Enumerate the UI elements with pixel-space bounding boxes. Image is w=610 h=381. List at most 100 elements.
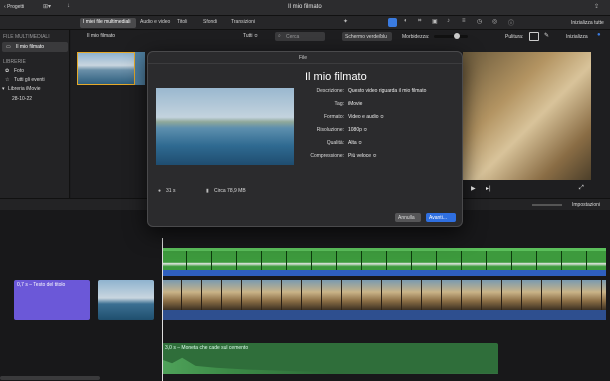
dialog-field-value[interactable]: 1080p ≎ xyxy=(348,127,367,133)
tab-backgrounds[interactable]: Sfondi xyxy=(203,19,217,25)
tab-audio-video[interactable]: Audio e video xyxy=(140,19,170,25)
next-button[interactable]: Avanti... xyxy=(426,213,456,222)
media-thumbnail-pool[interactable] xyxy=(77,52,135,85)
reset-button[interactable]: Inizializza xyxy=(566,34,588,40)
dialog-field-label: Qualità: xyxy=(326,140,344,146)
fullscreen-icon[interactable]: ⤢ xyxy=(579,185,584,192)
film-icon: ▭ xyxy=(6,44,11,50)
back-button[interactable]: ‹ Progetti xyxy=(4,4,24,10)
dialog-field-label: Tag: xyxy=(334,101,344,107)
dialog-video-thumbnail xyxy=(156,88,294,165)
main-clip-frame xyxy=(522,280,542,310)
dialog-heading: Il mio filmato xyxy=(305,71,367,83)
sidebar-item-event-date[interactable]: 28-10-22 xyxy=(12,96,32,102)
dialog-field-value[interactable]: iMovie xyxy=(348,101,362,107)
eraser-icon[interactable]: ✎ xyxy=(544,32,549,39)
filter-icon[interactable]: ◎ xyxy=(492,18,497,25)
share-icon[interactable]: ⇪ xyxy=(594,3,599,10)
main-clip-frame xyxy=(602,280,606,310)
toolbar: I miei file multimediali Audio e video T… xyxy=(0,16,610,30)
main-clip-frame xyxy=(162,280,182,310)
sidebar-item-library[interactable]: Libreria iMovie xyxy=(8,86,41,92)
zoom-slider[interactable] xyxy=(532,204,562,206)
sidebar: FILE MULTIMEDIALI ▭ Il mio filmato LIBRE… xyxy=(0,30,70,208)
sidebar-section-libraries: LIBRERIE xyxy=(3,59,26,65)
info-icon[interactable]: ⓘ xyxy=(508,18,514,27)
main-clip-frame xyxy=(242,280,262,310)
search-icon: ⌕ xyxy=(278,33,281,39)
filter-select[interactable]: Tutti ≎ xyxy=(243,33,258,39)
magic-wand-icon[interactable]: ✦ xyxy=(343,18,348,25)
main-clip-frame xyxy=(542,280,562,310)
download-icon[interactable]: ↓ xyxy=(67,3,70,9)
events-icon: ☆ xyxy=(5,77,10,83)
color-icon[interactable]: ◐ xyxy=(404,18,408,24)
sidebar-item-all-events[interactable]: Tutti gli eventi xyxy=(14,77,45,83)
dialog-field-label: Compressione: xyxy=(310,153,344,159)
playhead[interactable] xyxy=(162,238,163,381)
title-bar: ‹ Progetti ⊞▾ ↓ Il mio filmato ⇪ xyxy=(0,0,610,16)
back-label: Progetti xyxy=(7,4,25,10)
skip-forward-icon[interactable]: ▸| xyxy=(486,185,491,192)
search-input[interactable]: ⌕ Cerca xyxy=(275,32,325,41)
timeline-scrollbar[interactable] xyxy=(0,376,100,380)
color-balance-icon[interactable] xyxy=(388,18,397,27)
media-import-icon[interactable]: ⊞▾ xyxy=(43,3,51,10)
dialog-field-value[interactable]: Video e audio ≎ xyxy=(348,114,384,120)
dialog-field-value[interactable]: Più veloce ≎ xyxy=(348,153,377,159)
green-clip-audio xyxy=(162,270,606,276)
main-clip-frame xyxy=(322,280,342,310)
main-clip-frame xyxy=(482,280,502,310)
sound-effect-clip[interactable]: 3,0 s – Moneta che cade sul cemento xyxy=(162,343,498,374)
main-clip-frame xyxy=(382,280,402,310)
main-clip-frame xyxy=(402,280,422,310)
title-clip[interactable]: 0,7 s – Testo del titolo xyxy=(14,280,90,320)
dialog-field-value[interactable]: Alta ≎ xyxy=(348,140,362,146)
softness-slider-knob[interactable] xyxy=(454,33,460,39)
main-clip-frame xyxy=(462,280,482,310)
main-video-clip[interactable] xyxy=(162,280,606,310)
timeline-settings-button[interactable]: Impostazioni xyxy=(572,202,600,208)
stabilize-icon[interactable]: ▣ xyxy=(432,18,438,25)
file-icon: ▮ xyxy=(206,188,209,194)
tab-transitions[interactable]: Transizioni xyxy=(231,19,255,25)
sound-effect-label: 3,0 s – Moneta che cade sul cemento xyxy=(165,345,249,351)
window-title: Il mio filmato xyxy=(288,4,322,10)
speed-icon[interactable]: ◷ xyxy=(477,18,482,25)
main-clip-audio xyxy=(162,310,606,320)
sidebar-item-project-label: Il mio filmato xyxy=(16,44,45,50)
sidebar-item-project[interactable]: ▭ Il mio filmato xyxy=(2,42,68,52)
effect-select[interactable]: Schermo verde/blu xyxy=(342,32,392,41)
softness-slider[interactable] xyxy=(434,33,468,39)
timeline: 0,7 s – Testo del titolo 3,0 s – Moneta … xyxy=(0,210,610,381)
sound-waveform xyxy=(162,357,498,374)
reset-all-button[interactable]: Inizializza tutte xyxy=(571,20,604,26)
sea-clip[interactable] xyxy=(98,280,154,320)
main-clip-frame xyxy=(302,280,322,310)
eq-icon[interactable]: ≡ xyxy=(462,18,466,24)
play-icon[interactable]: ▶ xyxy=(471,185,476,192)
tab-titles[interactable]: Titoli xyxy=(177,19,187,25)
dialog-field-value[interactable]: Questo video riguarda il mio filmato xyxy=(348,88,426,94)
sidebar-item-photos[interactable]: Foto xyxy=(14,68,24,74)
cancel-label: Annulla xyxy=(398,215,415,221)
main-clip-frame xyxy=(582,280,602,310)
main-clip-frame xyxy=(422,280,442,310)
dialog-field-label: Descrizione: xyxy=(316,88,344,94)
apply-icon[interactable]: ● xyxy=(597,32,601,38)
dialog-field-label: Risoluzione: xyxy=(316,127,344,133)
crop-icon[interactable]: ⌗ xyxy=(418,18,421,25)
dialog-title-bar: File xyxy=(148,52,462,64)
main-clip-frame xyxy=(222,280,242,310)
main-clip-frame xyxy=(562,280,582,310)
cancel-button[interactable]: Annulla xyxy=(395,213,421,222)
disclosure-icon[interactable]: ▾ xyxy=(2,86,5,92)
share-file-dialog: File Il mio filmato Descrizione: Questo v… xyxy=(147,51,463,227)
next-label: Avanti... xyxy=(429,215,447,221)
media-thumbnail-sea[interactable] xyxy=(135,52,145,85)
browser-title: Il mio filmato xyxy=(87,33,116,39)
volume-icon[interactable]: ♪ xyxy=(447,18,450,24)
softness-label: Morbidezza: xyxy=(402,34,430,40)
cleanup-brush-button[interactable] xyxy=(529,32,539,41)
photos-icon: ✿ xyxy=(5,68,10,74)
